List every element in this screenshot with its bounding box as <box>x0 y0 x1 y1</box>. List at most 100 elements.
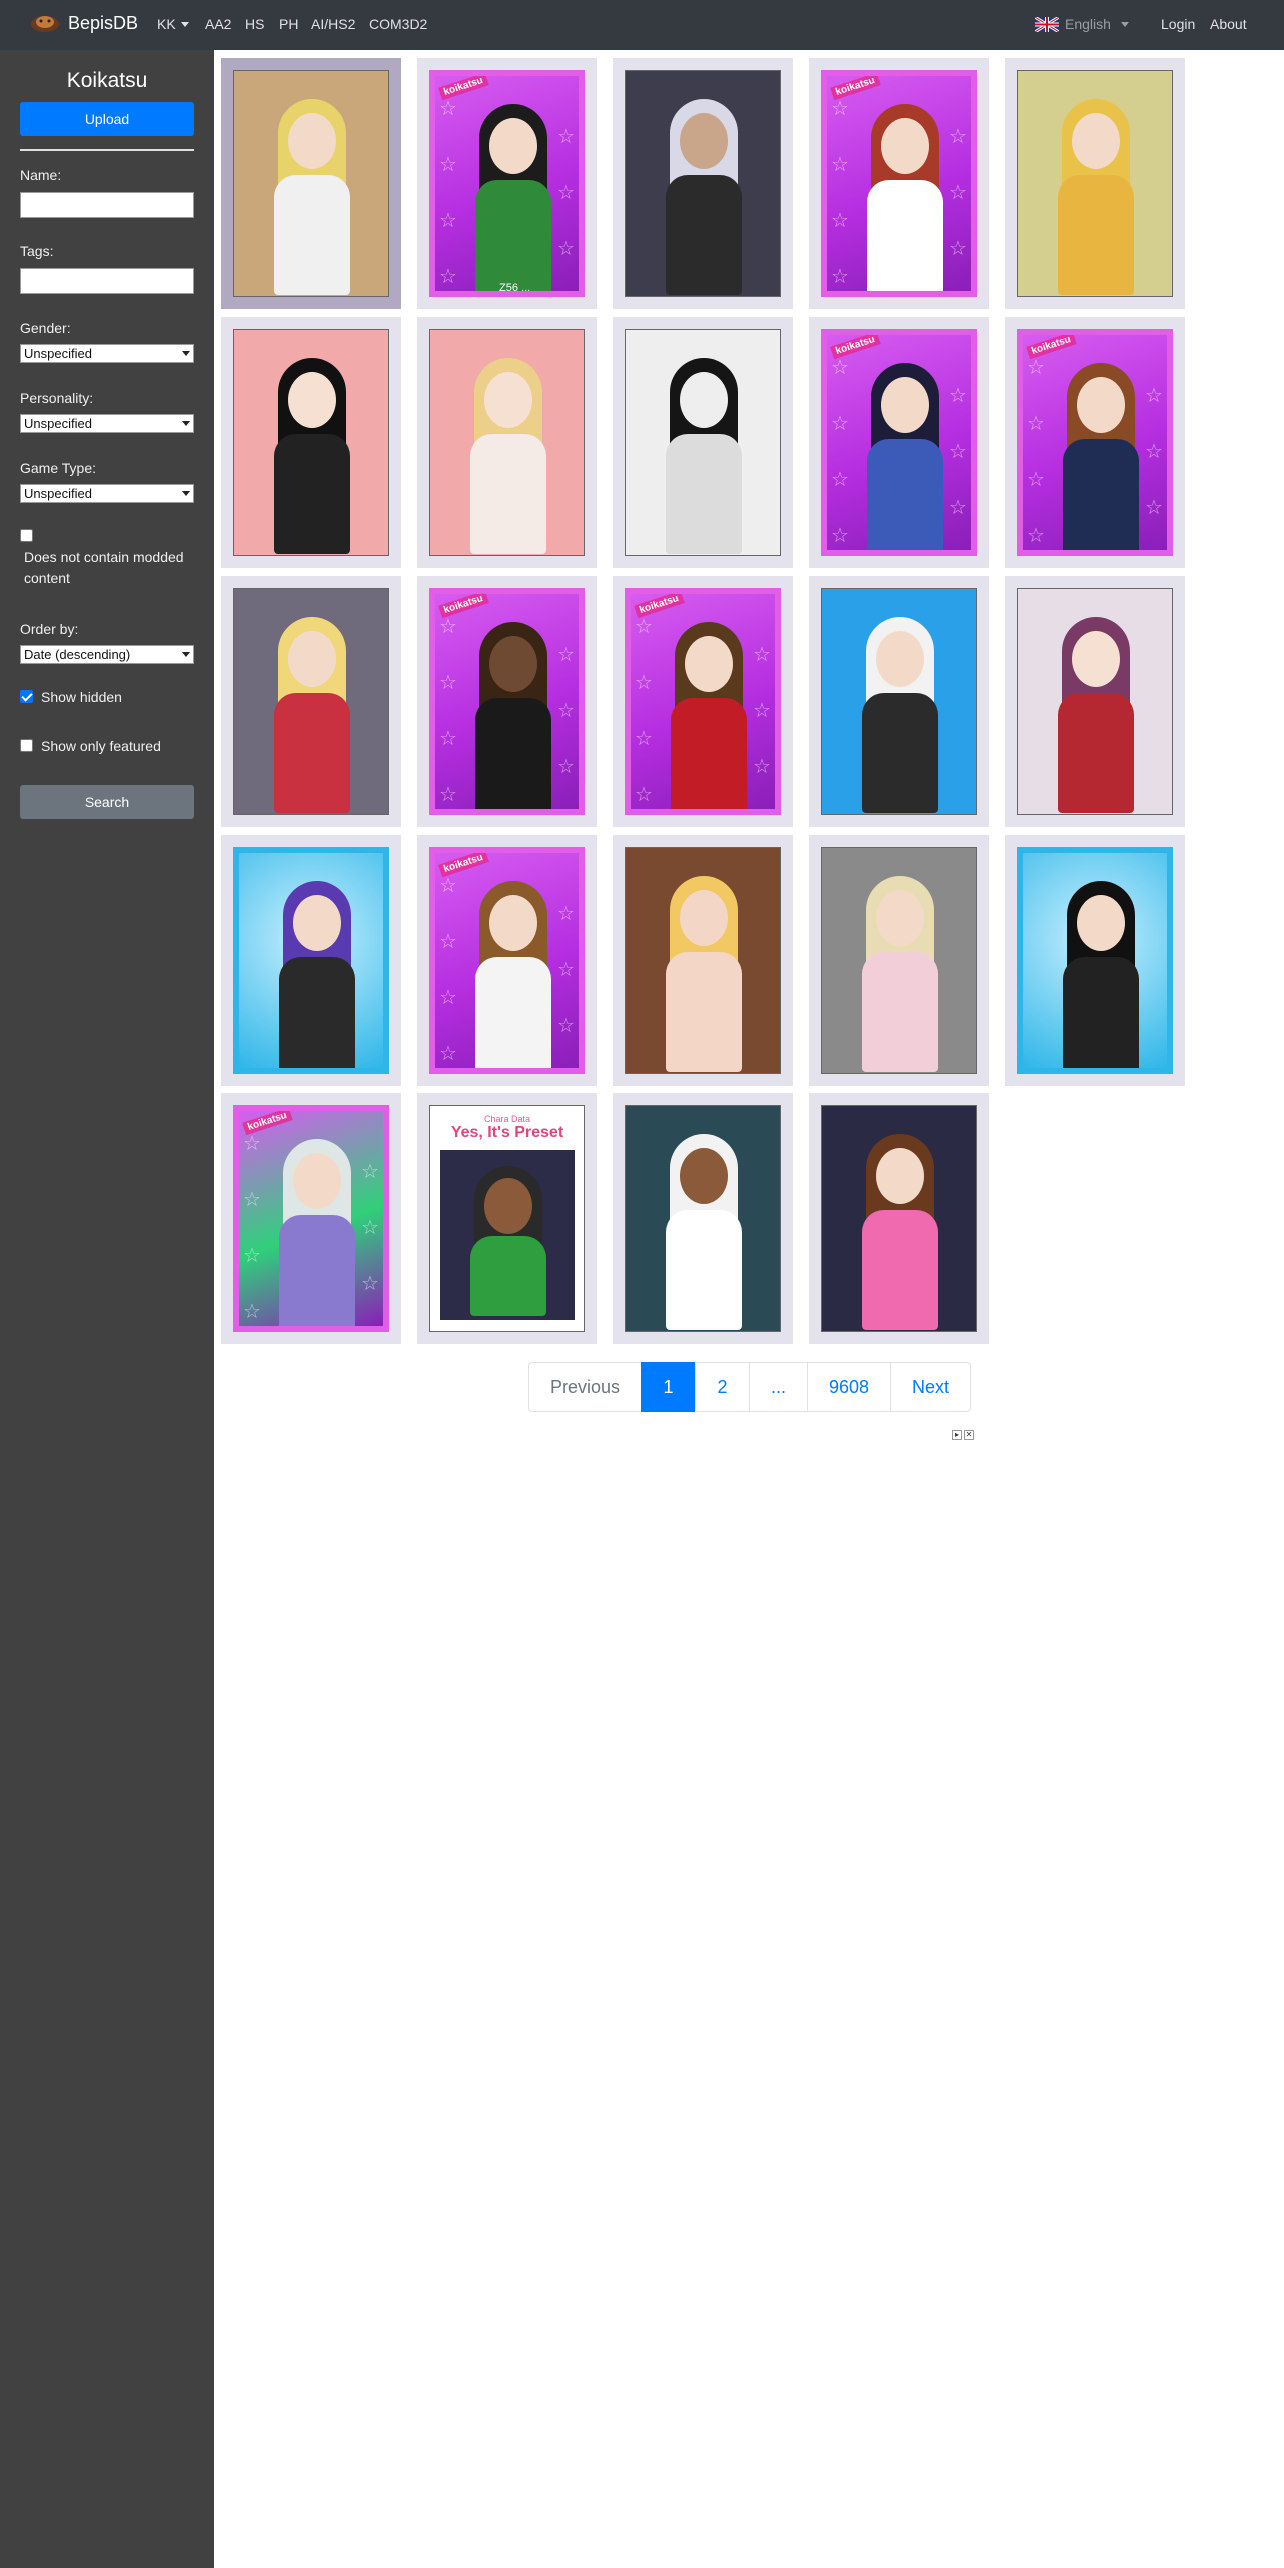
nav-aihs2[interactable]: AI/HS2 <box>311 16 355 32</box>
game-type-select[interactable]: Unspecified <box>20 484 194 503</box>
filter-sidebar: Koikatsu Upload Name: Tags: Gender: Unsp… <box>0 50 214 2568</box>
character-card[interactable]: Chara Data Yes, It's Preset <box>417 1093 597 1344</box>
pagination-page-last[interactable]: 9608 <box>807 1362 891 1412</box>
star-decoration-icon: ☆ <box>1027 413 1045 435</box>
character-card-image <box>233 329 389 556</box>
order-by-select[interactable]: Date (descending) <box>20 645 194 664</box>
nav-com3d2[interactable]: COM3D2 <box>369 16 427 32</box>
character-card[interactable] <box>1005 58 1185 309</box>
character-card-image: ☆ ☆ ☆ ☆ ☆ ☆ ☆ koikatsu Z56 ... <box>429 70 585 297</box>
koikatsu-badge: koikatsu <box>1026 335 1077 360</box>
upload-button[interactable]: Upload <box>20 102 194 136</box>
nav-ph[interactable]: PH <box>279 16 298 32</box>
character-card[interactable] <box>613 835 793 1086</box>
star-decoration-icon: ☆ <box>1027 525 1045 547</box>
character-card[interactable]: ☆ ☆ ☆ ☆ ☆ ☆ ☆ koikatsu <box>613 576 793 827</box>
figure-body <box>1058 693 1134 813</box>
character-card[interactable] <box>221 317 401 568</box>
character-card[interactable]: ☆ ☆ ☆ ☆ ☆ ☆ ☆ koikatsu <box>221 1093 401 1344</box>
gender-select-value: Unspecified <box>24 346 92 361</box>
figure-body <box>274 175 350 295</box>
character-card-image: Chara Data Yes, It's Preset <box>429 1105 585 1332</box>
preset-title-text: Yes, It's Preset <box>450 1124 564 1141</box>
star-decoration-icon: ☆ <box>949 126 967 148</box>
language-label: English <box>1065 16 1111 32</box>
character-card-image <box>625 847 781 1074</box>
character-card[interactable] <box>221 576 401 827</box>
pagination-page-2[interactable]: 2 <box>695 1362 750 1412</box>
character-card[interactable] <box>809 1093 989 1344</box>
about-link[interactable]: About <box>1210 16 1247 32</box>
figure-head <box>293 1153 341 1209</box>
brand-link[interactable]: BepisDB <box>28 12 138 34</box>
figure-head <box>288 631 336 687</box>
star-decoration-icon: ☆ <box>1145 441 1163 463</box>
character-card[interactable] <box>1005 835 1185 1086</box>
figure-body <box>274 434 350 554</box>
figure-head <box>680 372 728 428</box>
figure-head <box>288 113 336 169</box>
pagination-next[interactable]: Next <box>890 1362 971 1412</box>
koikatsu-badge: koikatsu <box>438 76 489 101</box>
search-button[interactable]: Search <box>20 785 194 819</box>
nav-kk-dropdown[interactable]: KK <box>157 16 189 32</box>
character-card[interactable]: ☆ ☆ ☆ ☆ ☆ ☆ ☆ koikatsu <box>809 58 989 309</box>
character-card[interactable]: ☆ ☆ ☆ ☆ ☆ ☆ ☆ koikatsu <box>417 835 597 1086</box>
order-by-label: Order by: <box>20 621 79 637</box>
chevron-down-icon <box>1120 21 1129 27</box>
star-decoration-icon: ☆ <box>949 441 967 463</box>
show-hidden-checkbox[interactable] <box>20 690 33 703</box>
gender-label: Gender: <box>20 320 71 336</box>
pagination-ellipsis[interactable]: ... <box>749 1362 808 1412</box>
personality-select[interactable]: Unspecified <box>20 414 194 433</box>
character-card[interactable]: ☆ ☆ ☆ ☆ ☆ ☆ ☆ koikatsu <box>809 317 989 568</box>
modded-checkbox[interactable] <box>20 529 33 542</box>
character-card[interactable]: ☆ ☆ ☆ ☆ ☆ ☆ ☆ koikatsu Z56 ... <box>417 58 597 309</box>
modded-label: Does not contain modded content <box>24 549 184 586</box>
pagination-page-1[interactable]: 1 <box>641 1362 696 1412</box>
star-decoration-icon: ☆ <box>635 784 653 806</box>
ad-info-icon[interactable]: ▸ <box>952 1430 962 1440</box>
character-card[interactable] <box>809 835 989 1086</box>
figure-body <box>475 957 551 1068</box>
character-card[interactable] <box>221 835 401 1086</box>
figure-head <box>876 1148 924 1204</box>
show-featured-checkbox[interactable] <box>20 739 33 752</box>
character-card[interactable]: ☆ ☆ ☆ ☆ ☆ ☆ ☆ koikatsu <box>1005 317 1185 568</box>
pagination: Previous 1 2 ... 9608 Next <box>528 1362 971 1412</box>
nav-hs[interactable]: HS <box>245 16 264 32</box>
star-decoration-icon: ☆ <box>557 1015 575 1037</box>
character-card[interactable] <box>809 576 989 827</box>
figure-head <box>489 118 537 174</box>
character-card[interactable] <box>613 58 793 309</box>
character-card[interactable] <box>613 1093 793 1344</box>
character-card[interactable]: ☆ ☆ ☆ ☆ ☆ ☆ ☆ koikatsu <box>417 576 597 827</box>
star-decoration-icon: ☆ <box>557 756 575 778</box>
star-decoration-icon: ☆ <box>949 497 967 519</box>
character-card[interactable] <box>417 317 597 568</box>
order-by-select-value: Date (descending) <box>24 647 131 662</box>
gender-select[interactable]: Unspecified <box>20 344 194 363</box>
figure-head <box>1072 631 1120 687</box>
ad-close-icon[interactable]: ✕ <box>964 1430 974 1440</box>
star-decoration-icon: ☆ <box>439 987 457 1009</box>
login-link[interactable]: Login <box>1161 16 1195 32</box>
nav-aa2[interactable]: AA2 <box>205 16 231 32</box>
figure-head <box>680 113 728 169</box>
name-label: Name: <box>20 167 62 183</box>
language-dropdown[interactable]: English <box>1035 16 1129 32</box>
star-decoration-icon: ☆ <box>831 154 849 176</box>
tags-input[interactable] <box>20 268 194 294</box>
pagination-previous[interactable]: Previous <box>528 1362 642 1412</box>
character-card-image <box>1017 70 1173 297</box>
character-card[interactable] <box>221 58 401 309</box>
name-input[interactable] <box>20 192 194 218</box>
character-card[interactable] <box>613 317 793 568</box>
figure-body <box>862 693 938 813</box>
preset-small-text: Chara Data <box>483 1114 531 1124</box>
star-decoration-icon: ☆ <box>1145 497 1163 519</box>
character-card[interactable] <box>1005 576 1185 827</box>
figure-head <box>293 895 341 951</box>
show-featured-label: Show only featured <box>41 738 161 754</box>
star-decoration-icon: ☆ <box>557 182 575 204</box>
